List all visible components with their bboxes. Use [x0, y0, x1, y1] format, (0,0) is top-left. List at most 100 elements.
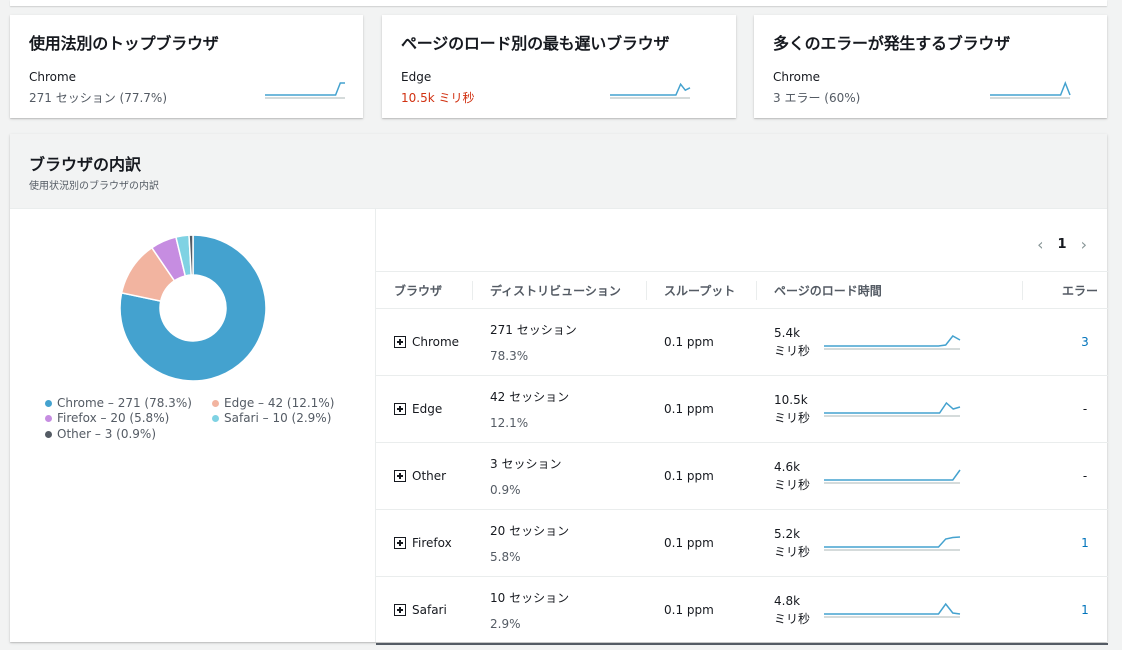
legend-label: Edge – 42 (12.1%) — [224, 396, 335, 410]
load-unit: ミリ秒 — [774, 478, 811, 492]
cell-load-time: 10.5k ミリ秒 — [756, 375, 1022, 443]
card-title: 多くのエラーが発生するブラウザ — [773, 34, 1011, 53]
cell-throughput: 0.1 ppm — [646, 375, 756, 443]
sparkline-line — [824, 602, 961, 615]
card-browser: Edge — [401, 70, 432, 84]
legend-item-firefox[interactable]: Firefox – 20 (5.8%) — [45, 411, 169, 425]
legend-item-safari[interactable]: Safari – 10 (2.9%) — [212, 411, 331, 425]
legend-dot-icon — [45, 430, 52, 438]
load-unit: ミリ秒 — [774, 545, 811, 559]
expand-icon[interactable] — [394, 470, 406, 482]
cell-errors[interactable]: 1 — [1022, 509, 1108, 577]
card-browser: Chrome — [29, 70, 77, 84]
legend-dot-icon — [45, 414, 52, 422]
table-row: Other 3 セッション 0.9% 0.1 ppm 4.6k ミリ秒 - — [376, 442, 1108, 510]
pagination: ‹ 1 › — [1037, 235, 1087, 254]
cell-distribution: 20 セッション 5.8% — [472, 509, 646, 577]
expand-icon[interactable] — [394, 403, 406, 415]
legend-dot-icon — [45, 399, 52, 407]
sparkline — [824, 401, 961, 417]
expand-icon[interactable] — [394, 603, 406, 616]
load-value: 5.4k — [774, 326, 801, 340]
cell-distribution: 42 セッション 12.1% — [472, 375, 646, 443]
sparkline-line — [824, 469, 961, 481]
cell-throughput: 0.1 ppm — [646, 442, 756, 510]
page-number[interactable]: 1 — [1058, 237, 1067, 252]
cell-distribution: 271 セッション 78.3% — [472, 308, 646, 376]
sparkline — [824, 469, 961, 484]
cell-distribution: 3 セッション 0.9% — [472, 442, 646, 510]
card-browser: Chrome — [773, 70, 821, 84]
cell-load-time: 4.6k ミリ秒 — [756, 442, 1022, 510]
legend-item-other[interactable]: Other – 3 (0.9%) — [45, 427, 156, 441]
cell-load-time: 4.8k ミリ秒 — [756, 576, 1022, 645]
cell-errors: - — [1022, 375, 1108, 443]
load-value: 4.8k — [774, 593, 801, 608]
cell-browser: Other — [376, 442, 472, 510]
panel-header: ブラウザの内訳 使用状況別のブラウザの内訳 — [10, 134, 1107, 209]
panel-title: ブラウザの内訳 — [29, 155, 142, 174]
legend-dot-icon — [212, 414, 219, 422]
expand-icon[interactable] — [394, 336, 406, 348]
cell-throughput: 0.1 ppm — [646, 576, 756, 645]
cell-errors[interactable]: 3 — [1022, 308, 1108, 376]
card-metric: 3 エラー (60%) — [773, 91, 861, 105]
cell-browser: Edge — [376, 375, 472, 443]
session-count: 20 セッション — [490, 524, 570, 538]
browser-name: Chrome — [412, 335, 460, 349]
sparkline — [990, 80, 1071, 99]
col-header-throughput[interactable]: スループット — [646, 271, 756, 309]
session-share: 78.3% — [490, 349, 529, 363]
browser-name: Safari — [412, 602, 447, 617]
session-count: 271 セッション — [490, 323, 577, 337]
browser-table: ブラウザ ディストリビューション スループット ページのロード時間 エラー Ch… — [376, 271, 1108, 645]
cell-errors: - — [1022, 442, 1108, 510]
col-header-load-time[interactable]: ページのロード時間 — [756, 271, 1022, 309]
browser-name: Other — [412, 469, 447, 483]
sparkline — [265, 82, 345, 99]
session-share: 2.9% — [490, 616, 521, 631]
legend-label: Chrome – 271 (78.3%) — [57, 396, 192, 410]
cell-browser: Chrome — [376, 308, 472, 376]
chart-area: Chrome – 271 (78.3%) Edge – 42 (12.1%) Fir… — [10, 209, 375, 642]
load-unit: ミリ秒 — [774, 344, 811, 358]
cell-throughput: 0.1 ppm — [646, 308, 756, 376]
cell-browser: Safari — [376, 576, 472, 645]
legend-item-chrome[interactable]: Chrome – 271 (78.3%) — [45, 396, 192, 410]
table-row: Firefox 20 セッション 5.8% 0.1 ppm 5.2k ミリ秒 1 — [376, 509, 1108, 577]
sparkline-line — [824, 335, 961, 347]
legend-dot-icon — [212, 399, 219, 407]
browser-name: Edge — [412, 402, 443, 416]
card-slowest-browser: ページのロード別の最も遅いブラウザ Edge 10.5k ミリ秒 — [382, 15, 736, 118]
donut-chart — [119, 234, 267, 382]
legend-item-edge[interactable]: Edge – 42 (12.1%) — [212, 396, 334, 410]
cell-browser: Firefox — [376, 509, 472, 577]
col-header-browser[interactable]: ブラウザ — [376, 271, 472, 309]
card-most-errors-browser: 多くのエラーが発生するブラウザ Chrome 3 エラー (60%) — [754, 15, 1107, 118]
legend-label: Safari – 10 (2.9%) — [224, 411, 332, 425]
load-unit: ミリ秒 — [774, 611, 811, 626]
card-title: 使用法別のトップブラウザ — [29, 34, 219, 53]
session-share: 5.8% — [490, 550, 521, 564]
session-count: 3 セッション — [490, 457, 562, 471]
col-header-distribution[interactable]: ディストリビューション — [472, 271, 646, 309]
table-row: Edge 42 セッション 12.1% 0.1 ppm 10.5k ミリ秒 - — [376, 375, 1108, 443]
sparkline — [824, 335, 961, 350]
cell-errors[interactable]: 1 — [1022, 576, 1108, 645]
cell-distribution: 10 セッション 2.9% — [472, 576, 646, 645]
sparkline-line — [824, 536, 961, 548]
sparkline-line — [265, 82, 345, 96]
card-top-browser: 使用法別のトップブラウザ Chrome 271 セッション (77.7%) — [10, 15, 363, 118]
card-metric: 271 セッション (77.7%) — [29, 91, 168, 105]
sparkline-line — [610, 82, 691, 96]
load-value: 5.2k — [774, 527, 801, 541]
chevron-right-icon[interactable]: › — [1081, 235, 1087, 254]
card-metric: 10.5k ミリ秒 — [401, 91, 475, 105]
load-unit: ミリ秒 — [774, 411, 811, 425]
col-header-errors[interactable]: エラー — [1022, 271, 1108, 309]
sparkline — [824, 536, 961, 551]
session-count: 42 セッション — [490, 390, 570, 404]
top-strip — [10, 0, 1107, 6]
chevron-left-icon[interactable]: ‹ — [1037, 235, 1043, 254]
expand-icon[interactable] — [394, 537, 406, 549]
